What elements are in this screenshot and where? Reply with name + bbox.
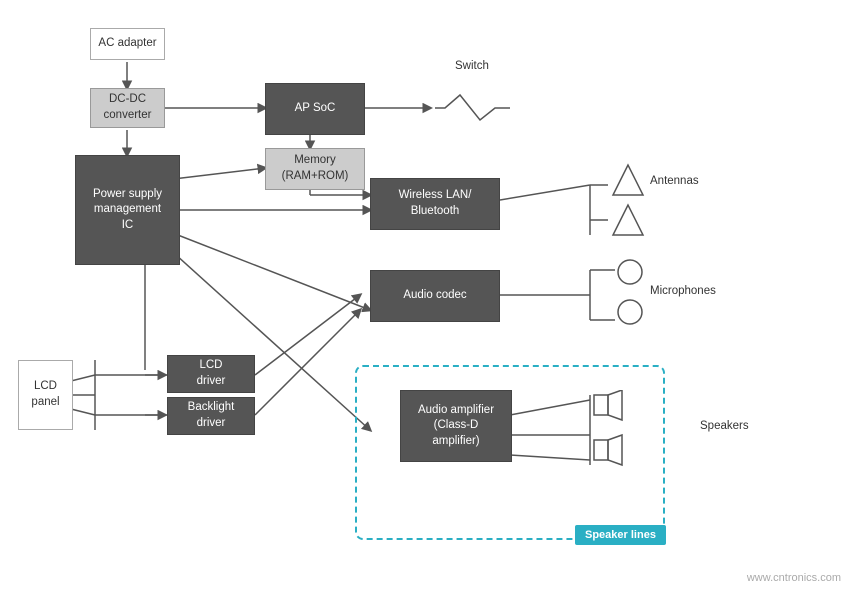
- watermark: www.cntronics.com: [747, 572, 841, 584]
- switch-label: Switch: [455, 60, 489, 72]
- power-supply-block: Power supply management IC: [75, 155, 180, 265]
- speaker-lines-dashed-box: [355, 365, 665, 540]
- memory-block: Memory (RAM+ROM): [265, 148, 365, 190]
- audio-codec-block: Audio codec: [370, 270, 500, 322]
- wireless-lan-block: Wireless LAN/ Bluetooth: [370, 178, 500, 230]
- ap-soc-block: AP SoC: [265, 83, 365, 135]
- lcd-panel-block: LCD panel: [18, 360, 73, 430]
- speaker-lines-legend: Speaker lines: [575, 525, 666, 545]
- ac-adapter-block: AC adapter: [90, 28, 165, 60]
- microphones-label: Microphones: [650, 285, 716, 297]
- antennas-label: Antennas: [650, 175, 699, 187]
- microphone-icons: [615, 257, 645, 332]
- backlight-driver-block: Backlight driver: [167, 397, 255, 435]
- dc-dc-block: DC-DC converter: [90, 88, 165, 128]
- antenna-icons: [608, 160, 648, 240]
- lcd-driver-block: LCD driver: [167, 355, 255, 393]
- diagram-container: AC adapter DC-DC converter Power supply …: [0, 0, 851, 592]
- speakers-label: Speakers: [700, 420, 749, 432]
